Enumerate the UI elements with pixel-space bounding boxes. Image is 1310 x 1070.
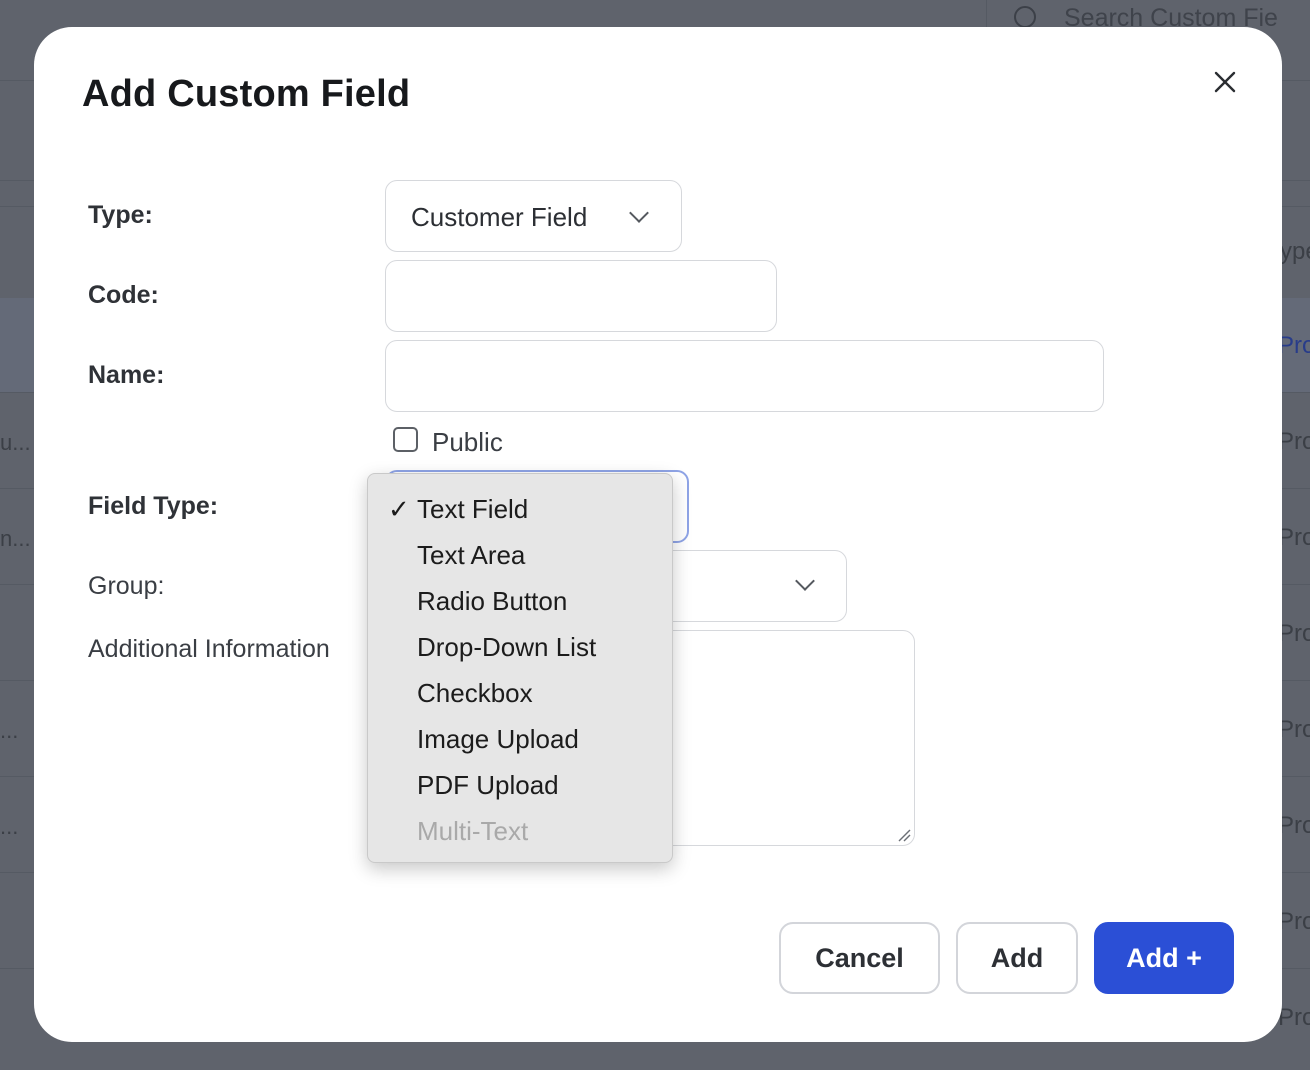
add-and-new-button[interactable]: Add +: [1094, 922, 1234, 994]
background-cell: Pro: [1278, 620, 1310, 647]
background-cell: n...: [0, 526, 31, 551]
search-icon: [1014, 6, 1036, 28]
code-label: Code:: [88, 281, 159, 309]
additional-information-label: Additional Information: [88, 635, 330, 663]
additional-information-textarea[interactable]: [654, 630, 915, 846]
background-cell: Pro: [1278, 524, 1310, 551]
modal-title: Add Custom Field: [82, 73, 411, 115]
dropdown-option-pdf-upload[interactable]: PDF Upload: [417, 770, 559, 801]
background-column-header: ype: [1280, 238, 1310, 265]
dropdown-option-radio-button[interactable]: Radio Button: [417, 586, 567, 617]
dropdown-option-text-area[interactable]: Text Area: [417, 540, 525, 571]
dropdown-option-text-field[interactable]: Text Field: [417, 494, 528, 525]
type-label: Type:: [88, 201, 153, 229]
background-cell: ...: [0, 814, 19, 839]
background-cell: Pro: [1278, 908, 1310, 935]
public-checkbox[interactable]: [393, 427, 418, 452]
field-type-label: Field Type:: [88, 492, 219, 520]
background-cell: Pro: [1278, 716, 1310, 743]
background-cell: Pro: [1278, 428, 1310, 455]
close-icon: [1214, 71, 1236, 93]
type-select-value: Customer Field: [411, 202, 588, 232]
background-cell: Pro: [1278, 812, 1310, 839]
background-cell: u...: [0, 430, 31, 455]
close-button[interactable]: [1210, 67, 1240, 97]
group-label: Group:: [88, 572, 165, 600]
code-input[interactable]: [385, 260, 777, 332]
type-select[interactable]: Customer Field: [385, 180, 682, 252]
dropdown-option-multi-text: Multi-Text: [417, 816, 529, 846]
dropdown-option-checkbox[interactable]: Checkbox: [417, 678, 533, 709]
cancel-button[interactable]: Cancel: [779, 922, 940, 994]
field-type-dropdown-menu: ✓ Text Field Text Area Radio Button Drop…: [367, 473, 673, 863]
chevron-down-icon: [795, 571, 815, 591]
resize-handle-icon[interactable]: [897, 828, 911, 842]
public-checkbox-label[interactable]: Public: [432, 427, 503, 458]
background-cell: Pro: [1278, 332, 1310, 359]
dropdown-option-drop-down-list[interactable]: Drop-Down List: [417, 632, 596, 663]
background-cell: ...: [0, 718, 19, 743]
add-custom-field-modal: Add Custom Field Type: Customer Field Co…: [34, 27, 1282, 1042]
background-cell: Pro: [1278, 1004, 1310, 1031]
name-label: Name:: [88, 361, 165, 389]
dropdown-option-image-upload[interactable]: Image Upload: [417, 724, 579, 755]
checkmark-icon: ✓: [388, 494, 410, 524]
chevron-down-icon: [629, 203, 649, 223]
add-button[interactable]: Add: [956, 922, 1078, 994]
name-input[interactable]: [385, 340, 1104, 412]
